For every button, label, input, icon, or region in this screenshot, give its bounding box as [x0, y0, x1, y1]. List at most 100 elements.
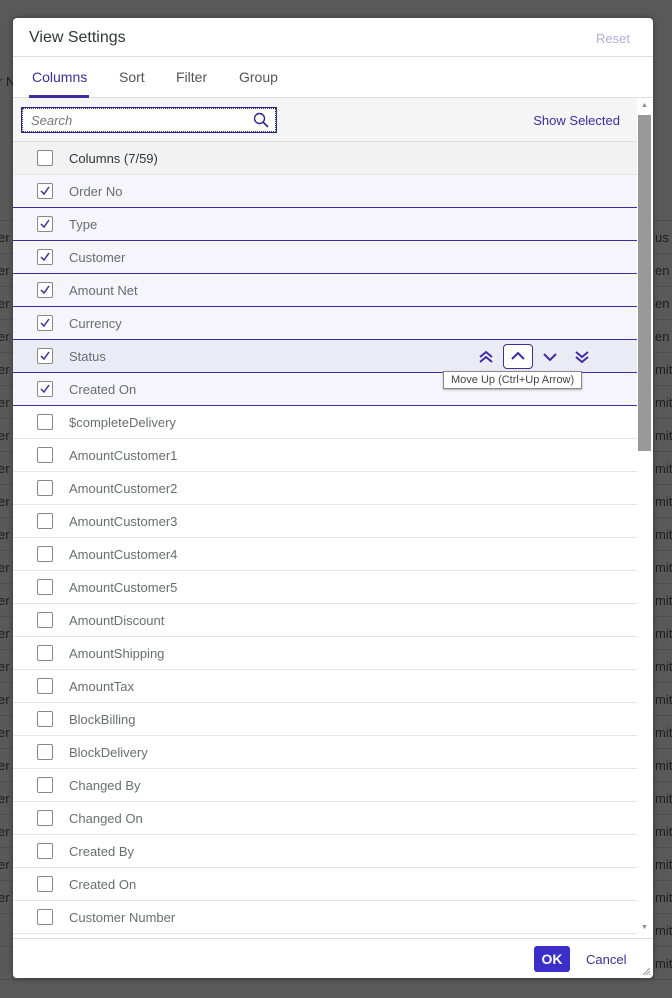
background-cell: us: [655, 230, 669, 245]
item-checkbox[interactable]: [37, 678, 53, 694]
item-checkbox[interactable]: [37, 183, 53, 199]
item-checkbox[interactable]: [37, 381, 53, 397]
item-label: Order No: [69, 184, 123, 199]
list-item[interactable]: AmountCustomer2: [13, 472, 637, 505]
list-item[interactable]: Type: [13, 208, 637, 241]
item-checkbox[interactable]: [37, 315, 53, 331]
background-cell: er: [0, 758, 10, 773]
list-item[interactable]: AmountDiscount: [13, 604, 637, 637]
move-to-bottom-button[interactable]: [567, 344, 597, 369]
scroll-down-arrow-icon[interactable]: ▼: [641, 924, 648, 931]
ok-button[interactable]: OK: [534, 946, 570, 972]
item-checkbox[interactable]: [37, 744, 53, 760]
item-checkbox[interactable]: [37, 876, 53, 892]
item-checkbox[interactable]: [37, 711, 53, 727]
list-item[interactable]: AmountCustomer1: [13, 439, 637, 472]
background-cell: mit: [655, 593, 672, 608]
list-item[interactable]: AmountShipping: [13, 637, 637, 670]
background-cell: mit: [655, 923, 672, 938]
tab-bar: Columns Sort Filter Group: [13, 57, 653, 98]
tab-filter[interactable]: Filter: [176, 69, 207, 85]
item-label: Changed On: [69, 811, 143, 826]
list-item[interactable]: AmountCustomer4: [13, 538, 637, 571]
list-item[interactable]: AmountCustomer3: [13, 505, 637, 538]
item-checkbox[interactable]: [37, 645, 53, 661]
background-cell: mit: [655, 956, 672, 971]
item-checkbox[interactable]: [37, 612, 53, 628]
item-checkbox[interactable]: [37, 480, 53, 496]
item-label: Status: [69, 349, 106, 364]
item-checkbox[interactable]: [37, 777, 53, 793]
move-up-button[interactable]: [503, 344, 533, 369]
background-cell: er: [0, 560, 10, 575]
item-checkbox[interactable]: [37, 348, 53, 364]
list-item[interactable]: Status: [13, 340, 637, 373]
background-cell: en: [655, 296, 670, 311]
item-checkbox[interactable]: [37, 216, 53, 232]
move-to-top-button[interactable]: [471, 344, 501, 369]
list-item[interactable]: $completeDelivery: [13, 406, 637, 439]
scrollbar-thumb[interactable]: [638, 115, 651, 451]
list-header-label: Columns (7/59): [69, 151, 158, 166]
reset-button[interactable]: Reset: [596, 31, 630, 46]
item-checkbox[interactable]: [37, 513, 53, 529]
list-item[interactable]: Customer Number: [13, 901, 637, 934]
item-checkbox[interactable]: [37, 909, 53, 925]
search-input[interactable]: [31, 113, 251, 128]
dialog-footer: OK Cancel: [13, 938, 653, 978]
list-item[interactable]: AmountTax: [13, 670, 637, 703]
list-item[interactable]: Currency: [13, 307, 637, 340]
item-checkbox[interactable]: [37, 579, 53, 595]
background-cell: mit: [655, 560, 672, 575]
show-selected-link[interactable]: Show Selected: [533, 113, 620, 128]
background-cell: er: [0, 692, 10, 707]
background-cell: er: [0, 824, 10, 839]
item-checkbox[interactable]: [37, 546, 53, 562]
list-item[interactable]: Changed By: [13, 769, 637, 802]
select-all-checkbox[interactable]: [37, 150, 53, 166]
scroll-up-arrow-icon[interactable]: ▲: [641, 102, 648, 109]
list-item[interactable]: BlockDelivery: [13, 736, 637, 769]
background-cell: er: [0, 593, 10, 608]
list-item[interactable]: BlockBilling: [13, 703, 637, 736]
list-item[interactable]: Created By: [13, 835, 637, 868]
item-checkbox[interactable]: [37, 282, 53, 298]
cancel-button[interactable]: Cancel: [586, 952, 626, 967]
move-down-button[interactable]: [535, 344, 565, 369]
background-cell: er: [0, 362, 10, 377]
search-field[interactable]: [21, 107, 277, 133]
background-cell: mit: [655, 527, 672, 542]
item-label: AmountTax: [69, 679, 135, 694]
background-cell: mit: [655, 626, 672, 641]
background-cell: er: [0, 791, 10, 806]
search-icon[interactable]: [253, 112, 269, 133]
item-checkbox[interactable]: [37, 810, 53, 826]
background-cell: er: [0, 659, 10, 674]
background-cell: er: [0, 263, 10, 278]
list-item[interactable]: Amount Net: [13, 274, 637, 307]
item-checkbox[interactable]: [37, 249, 53, 265]
item-label: Created On: [69, 382, 137, 397]
item-label: $completeDelivery: [69, 415, 176, 430]
move-up-icon: [511, 351, 525, 360]
list-item[interactable]: Created On: [13, 868, 637, 901]
tab-columns[interactable]: Columns: [32, 69, 87, 85]
tab-sort[interactable]: Sort: [119, 69, 145, 85]
list-header-row: Columns (7/59): [13, 142, 637, 175]
dialog-title: View Settings: [29, 29, 126, 46]
item-label: Customer Number: [69, 910, 176, 925]
list-item[interactable]: Order No: [13, 175, 637, 208]
item-checkbox[interactable]: [37, 447, 53, 463]
item-label: Created By: [69, 844, 135, 859]
list-item[interactable]: Changed On: [13, 802, 637, 835]
item-checkbox[interactable]: [37, 843, 53, 859]
vertical-scrollbar[interactable]: ▲ ▼: [637, 98, 653, 938]
background-cell: er: [0, 296, 10, 311]
tab-group[interactable]: Group: [239, 69, 278, 85]
item-label: Amount Net: [69, 283, 138, 298]
item-checkbox[interactable]: [37, 414, 53, 430]
list-item[interactable]: Customer: [13, 241, 637, 274]
background-cell: mit: [655, 362, 672, 377]
resize-grip-icon[interactable]: [641, 966, 651, 976]
list-item[interactable]: AmountCustomer5: [13, 571, 637, 604]
